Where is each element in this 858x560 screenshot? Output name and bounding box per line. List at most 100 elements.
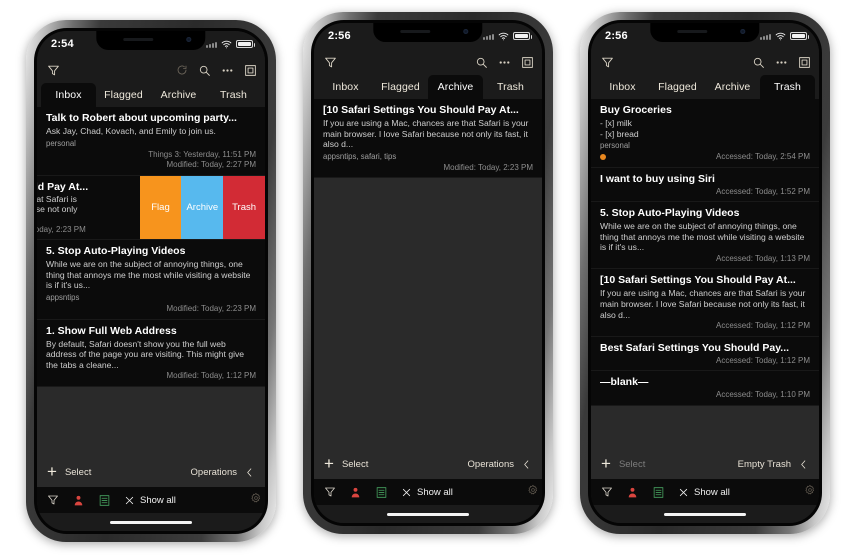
- search-magnifier-icon[interactable]: [198, 64, 211, 77]
- toolbar-right: [752, 56, 813, 69]
- phone-screen: 2:56 Inbox Flagged Archive Trash [10 Safari S…: [314, 23, 542, 523]
- home-indicator[interactable]: [109, 520, 193, 524]
- list-item[interactable]: Buy Groceries - [x] milk - [x] bread perso…: [591, 99, 819, 168]
- toolbar-right: [176, 64, 259, 77]
- tab-inbox[interactable]: Inbox: [318, 75, 373, 99]
- gear-icon[interactable]: [250, 491, 262, 509]
- tab-trash[interactable]: Trash: [483, 75, 538, 99]
- list-item[interactable]: I want to buy using Siri Accessed: Today,…: [591, 167, 819, 203]
- front-camera-icon: [463, 29, 469, 34]
- list-item[interactable]: Talk to Robert about upcoming party... As…: [37, 107, 265, 176]
- plus-icon[interactable]: +: [601, 455, 611, 472]
- person-icon[interactable]: [626, 486, 639, 499]
- list-item[interactable]: 1. Show Full Web Address By default, Safa…: [37, 319, 265, 387]
- chevron-left-icon[interactable]: [244, 467, 255, 478]
- wifi-icon: [775, 31, 786, 42]
- more-ellipsis-icon[interactable]: [221, 64, 234, 77]
- list-item[interactable]: [10 Safari Settings You Should Pay At...…: [591, 269, 819, 337]
- tab-flagged[interactable]: Flagged: [650, 75, 705, 99]
- swiped-row-content[interactable]: ould Pay At...e that Safari iscause not …: [37, 175, 140, 240]
- tab-archive[interactable]: Archive: [705, 75, 760, 99]
- list-item[interactable]: 5. Stop Auto-Playing Videos While we are …: [591, 202, 819, 270]
- operations-right: Operations: [191, 467, 255, 478]
- operations-label[interactable]: Operations: [468, 459, 514, 470]
- phone-phone-inbox: 2:54 Inbox Flagged Archive Trash Talk to Robe…: [26, 20, 276, 542]
- list-document-icon[interactable]: [98, 494, 111, 507]
- tab-trash[interactable]: Trash: [206, 83, 261, 107]
- list-document-icon[interactable]: [375, 486, 388, 499]
- list-row-swiped: ould Pay At...e that Safari iscause not …: [37, 175, 265, 241]
- list-item-meta: Accessed: Today, 1:13 PM: [600, 254, 810, 265]
- chevron-left-icon[interactable]: [521, 459, 532, 470]
- person-icon[interactable]: [349, 486, 362, 499]
- home-indicator[interactable]: [663, 512, 747, 516]
- more-ellipsis-icon[interactable]: [775, 56, 788, 69]
- swipe-action-flag[interactable]: Flag: [139, 175, 182, 240]
- toolbar-right: [475, 56, 536, 69]
- app-toolbar: [591, 49, 819, 75]
- operations-label[interactable]: Empty Trash: [738, 459, 791, 470]
- list-item-meta-line: Accessed: Today, 1:52 PM: [716, 186, 810, 196]
- tab-archive[interactable]: Archive: [151, 83, 206, 107]
- list-item[interactable]: [10 Safari Settings You Should Pay At...…: [314, 99, 542, 179]
- gear-icon[interactable]: [804, 483, 816, 501]
- show-all-button[interactable]: Show all: [401, 487, 453, 498]
- phone-bezel: 2:54 Inbox Flagged Archive Trash Talk to Robe…: [34, 28, 268, 534]
- list-item[interactable]: Best Safari Settings You Should Pay... Ac…: [591, 336, 819, 372]
- signal-dots-icon: [206, 41, 217, 48]
- list-item[interactable]: —blank— Accessed: Today, 1:10 PM: [591, 371, 819, 406]
- tab-flagged[interactable]: Flagged: [96, 83, 151, 107]
- select-button[interactable]: Select: [65, 467, 91, 478]
- tab-bar: Inbox Flagged Archive Trash: [37, 83, 265, 107]
- windows-stack-icon[interactable]: [798, 56, 811, 69]
- empty-list-area: [314, 178, 542, 449]
- home-indicator[interactable]: [386, 512, 470, 516]
- plus-icon[interactable]: +: [324, 455, 334, 472]
- filter-funnel-icon[interactable]: [47, 64, 60, 77]
- show-all-button[interactable]: Show all: [124, 495, 176, 506]
- gear-icon[interactable]: [527, 483, 539, 501]
- list-item-title: [10 Safari Settings You Should Pay At...: [600, 274, 796, 287]
- windows-stack-icon[interactable]: [244, 64, 257, 77]
- filter-funnel-icon[interactable]: [47, 494, 59, 506]
- filter-funnel-icon[interactable]: [601, 486, 613, 498]
- list-item-title: 5. Stop Auto-Playing Videos: [46, 245, 186, 258]
- bottom-dock: Show all: [591, 479, 819, 505]
- filter-funnel-icon[interactable]: [324, 56, 337, 69]
- notch: [373, 23, 483, 42]
- status-indicators: [206, 39, 255, 50]
- windows-stack-icon[interactable]: [521, 56, 534, 69]
- bottom-dock: Show all: [314, 479, 542, 505]
- filter-funnel-icon[interactable]: [601, 56, 614, 69]
- tab-inbox[interactable]: Inbox: [595, 75, 650, 99]
- chevron-left-icon[interactable]: [798, 459, 809, 470]
- list-document-icon[interactable]: [652, 486, 665, 499]
- swipe-action-trash[interactable]: Trash: [223, 175, 265, 240]
- list-item-title: Best Safari Settings You Should Pay...: [600, 341, 790, 354]
- phone-bezel: 2:56 Inbox Flagged Archive Trash [10 Safari S…: [311, 20, 545, 526]
- person-icon[interactable]: [72, 494, 85, 507]
- search-magnifier-icon[interactable]: [752, 56, 765, 69]
- swipe-action-archive[interactable]: Archive: [181, 175, 224, 240]
- tab-archive[interactable]: Archive: [428, 75, 483, 99]
- sync-circle-icon[interactable]: [176, 64, 188, 76]
- show-all-button[interactable]: Show all: [678, 487, 730, 498]
- plus-icon[interactable]: +: [47, 463, 57, 480]
- list-item[interactable]: 5. Stop Auto-Playing Videos While we are …: [37, 240, 265, 320]
- select-button[interactable]: Select: [619, 459, 645, 470]
- search-magnifier-icon[interactable]: [475, 56, 488, 69]
- tab-inbox[interactable]: Inbox: [41, 83, 96, 107]
- tab-trash[interactable]: Trash: [760, 75, 815, 99]
- list-item-title: Buy Groceries: [600, 104, 672, 116]
- close-x-icon: [124, 495, 135, 506]
- tab-flagged[interactable]: Flagged: [373, 75, 428, 99]
- list-item-meta: Accessed: Today, 1:12 PM: [600, 321, 810, 332]
- operations-label[interactable]: Operations: [191, 467, 237, 478]
- select-button[interactable]: Select: [342, 459, 368, 470]
- operations-left: + Select: [324, 455, 368, 472]
- more-ellipsis-icon[interactable]: [498, 56, 511, 69]
- list-item-tags: appsntips, safari, tips: [323, 151, 397, 161]
- list-item-snippet: While we are on the subject of annoying …: [46, 259, 251, 291]
- app-toolbar: [37, 57, 265, 83]
- filter-funnel-icon[interactable]: [324, 486, 336, 498]
